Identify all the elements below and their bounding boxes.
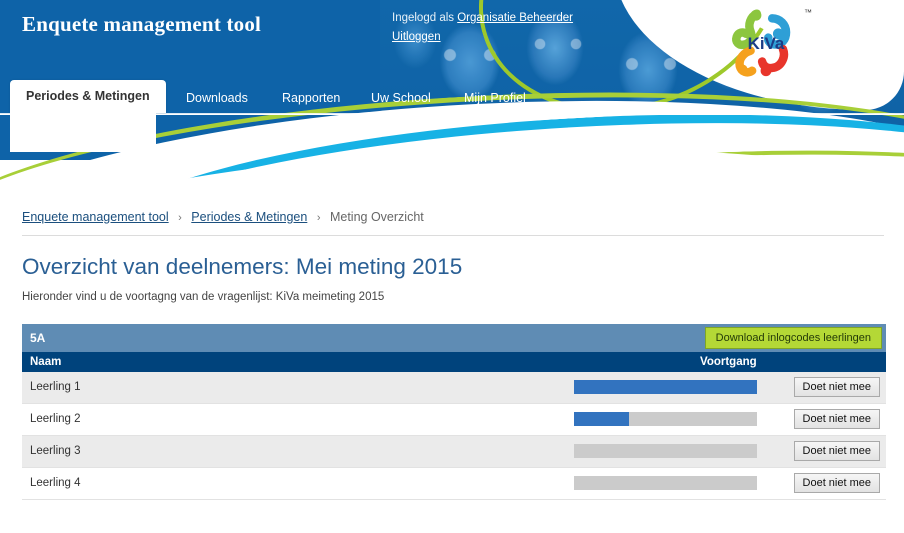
breadcrumb-separator-2: ›	[316, 212, 321, 224]
student-name: Leerling 1	[30, 381, 81, 393]
column-header-naam: Naam	[30, 356, 62, 368]
tab-downloads[interactable]: Downloads	[176, 84, 258, 114]
progress-track	[574, 412, 757, 426]
table-row: Leerling 3 Doet niet mee	[22, 436, 886, 468]
table-row: Leerling 4 Doet niet mee	[22, 468, 886, 500]
table-row: Leerling 2 Doet niet mee	[22, 404, 886, 436]
student-name: Leerling 4	[30, 477, 81, 489]
logged-in-user-link[interactable]: Organisatie Beheerder	[457, 12, 573, 24]
breadcrumb-item-root[interactable]: Enquete management tool	[22, 210, 169, 224]
login-info: Ingelogd als Organisatie Beheerder Uitlo…	[392, 9, 573, 47]
progress-fill	[574, 380, 757, 394]
breadcrumb-divider	[22, 235, 884, 236]
class-header-bar: 5A Download inlogcodes leerlingen	[22, 324, 886, 352]
logout-link[interactable]: Uitloggen	[392, 31, 441, 43]
kiva-logo-icon: KiVa	[732, 9, 791, 77]
doet-niet-mee-button[interactable]: Doet niet mee	[793, 473, 880, 493]
app-title: Enquete management tool	[22, 12, 262, 36]
breadcrumb-separator-1: ›	[178, 212, 182, 224]
tab-rapporten[interactable]: Rapporten	[272, 84, 350, 114]
active-tab-skirt	[10, 110, 156, 152]
header-banner: KiVa ™ Enquete management tool Ingelogd …	[0, 0, 904, 200]
student-name: Leerling 3	[30, 445, 81, 457]
tab-mijn-profiel[interactable]: Mijn Profiel	[454, 84, 536, 114]
logged-in-prefix: Ingelogd als	[392, 12, 455, 24]
progress-track	[574, 380, 757, 394]
tab-periodes-metingen[interactable]: Periodes & Metingen	[10, 80, 166, 113]
student-name: Leerling 2	[30, 413, 81, 425]
page-title: Overzicht van deelnemers: Mei meting 201…	[22, 254, 463, 279]
breadcrumb-item-periodes[interactable]: Periodes & Metingen	[191, 210, 307, 224]
progress-track	[574, 476, 757, 490]
column-header-voortgang: Voortgang	[700, 356, 757, 368]
main-navigation: Periodes & Metingen Downloads Rapporten …	[0, 80, 904, 152]
table-row: Leerling 1 Doet niet mee	[22, 372, 886, 404]
breadcrumb-item-current: Meting Overzicht	[329, 210, 424, 224]
class-name-label: 5A	[30, 331, 46, 345]
table-column-headers: Naam Voortgang	[22, 352, 886, 372]
tab-uw-school[interactable]: Uw School	[361, 84, 441, 114]
progress-track	[574, 444, 757, 458]
participants-table: 5A Download inlogcodes leerlingen Naam V…	[22, 324, 886, 500]
doet-niet-mee-button[interactable]: Doet niet mee	[793, 441, 880, 461]
doet-niet-mee-button[interactable]: Doet niet mee	[793, 409, 880, 429]
page-content: Enquete management tool › Periodes & Met…	[0, 196, 904, 500]
download-inlogcodes-button[interactable]: Download inlogcodes leerlingen	[704, 327, 882, 349]
kiva-trademark-symbol: ™	[804, 8, 812, 17]
doet-niet-mee-button[interactable]: Doet niet mee	[793, 377, 880, 397]
breadcrumb: Enquete management tool › Periodes & Met…	[22, 196, 904, 224]
progress-fill	[574, 412, 629, 426]
page-subtitle: Hieronder vind u de voortagng van de vra…	[22, 291, 385, 303]
svg-text:KiVa: KiVa	[748, 34, 785, 53]
